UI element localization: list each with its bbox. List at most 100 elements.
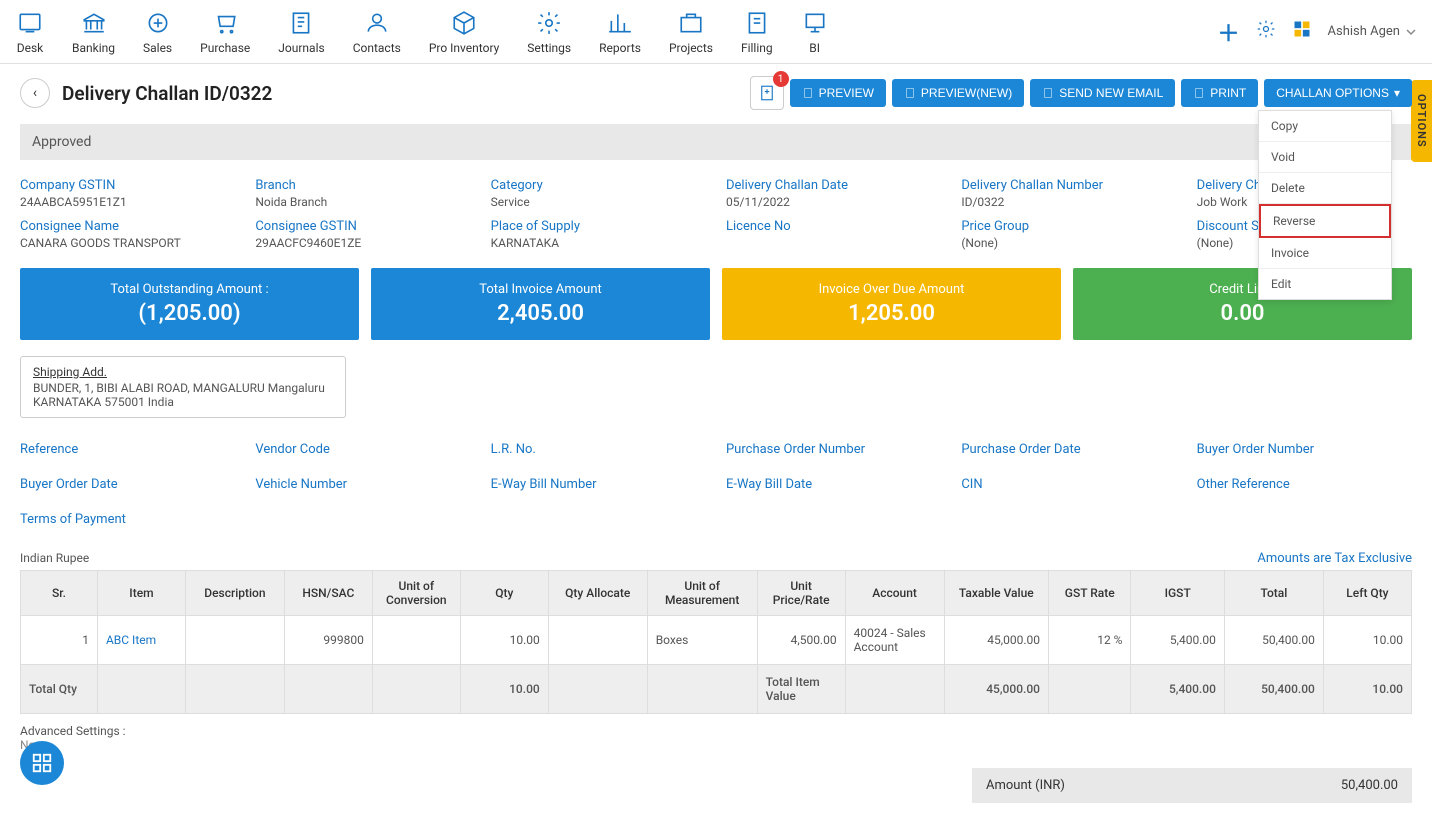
nav-journals[interactable]: Journals (278, 9, 324, 55)
meta-grid: Company GSTIN24AABCA5951E1Z1 BranchNoida… (20, 178, 1412, 250)
nav-filling[interactable]: Filling (741, 9, 773, 55)
nav-desk[interactable]: Desk (16, 9, 44, 55)
filling-icon (743, 9, 771, 37)
page-title: Delivery Challan ID/0322 (62, 82, 272, 105)
preview-new-button[interactable]: PREVIEW(NEW) (892, 79, 1024, 107)
card-invoice: Total Invoice Amount2,405.00 (371, 268, 710, 340)
nav-sales[interactable]: Sales (143, 9, 172, 55)
cell-gstrate: 12 % (1049, 616, 1131, 665)
cell-rate: 4,500.00 (757, 616, 845, 665)
shipping-line2: KARNATAKA 575001 India (33, 395, 333, 409)
shipping-address: Shipping Add. BUNDER, 1, BIBI ALABI ROAD… (20, 356, 346, 418)
table-row: 1 ABC Item 999800 10.00 Boxes 4,500.00 4… (21, 616, 1412, 665)
th-hsn: HSN/SAC (284, 571, 372, 616)
items-table: Sr. Item Description HSN/SAC Unit of Con… (20, 570, 1412, 714)
cell-taxable: 45,000.00 (944, 616, 1048, 665)
th-igst: IGST (1131, 571, 1224, 616)
status-bar: Approved (20, 124, 1412, 160)
bank-icon (80, 9, 108, 37)
field-company-gstin: Company GSTIN24AABCA5951E1Z1 (20, 178, 235, 209)
ref-eway-date: E-Way Bill Date (726, 477, 941, 492)
ref-eway-no: E-Way Bill Number (491, 477, 706, 492)
ref-buyer-order-date: Buyer Order Date (20, 477, 235, 492)
th-qty: Qty (460, 571, 548, 616)
th-rate: Unit Price/Rate (757, 571, 845, 616)
ref-po-number: Purchase Order Number (726, 442, 941, 457)
ref-vendor-code: Vendor Code (255, 442, 470, 457)
send-email-button[interactable]: SEND NEW EMAIL (1030, 79, 1175, 107)
contacts-icon (363, 9, 391, 37)
menu-invoice[interactable]: Invoice (1259, 238, 1391, 269)
nav-inventory[interactable]: Pro Inventory (429, 9, 499, 55)
th-taxable: Taxable Value (944, 571, 1048, 616)
nav-contacts[interactable]: Contacts (353, 9, 401, 55)
cell-item[interactable]: ABC Item (97, 616, 185, 665)
tax-note: Amounts are Tax Exclusive (1257, 551, 1412, 566)
th-uom: Unit of Measurement (647, 571, 757, 616)
nav-banking[interactable]: Banking (72, 9, 115, 55)
field-place-supply: Place of SupplyKARNATAKA (491, 219, 706, 250)
th-item: Item (97, 571, 185, 616)
totals-igst: 5,400.00 (1131, 665, 1224, 714)
bi-icon (801, 9, 829, 37)
reference-grid: Reference Vendor Code L.R. No. Purchase … (20, 442, 1412, 527)
th-account: Account (845, 571, 944, 616)
field-dc-date: Delivery Challan Date05/11/2022 (726, 178, 941, 209)
cell-total: 50,400.00 (1224, 616, 1323, 665)
totals-itemprice: Total Item Value (757, 665, 845, 714)
totals-taxable: 45,000.00 (944, 665, 1048, 714)
purchase-icon (211, 9, 239, 37)
cell-account: 40024 - Sales Account (845, 616, 944, 665)
field-category: CategoryService (491, 178, 706, 209)
ref-vehicle-no: Vehicle Number (255, 477, 470, 492)
currency-label: Indian Rupee (20, 551, 89, 565)
ref-buyer-order-no: Buyer Order Number (1197, 442, 1412, 457)
shipping-title: Shipping Add. (33, 365, 333, 379)
nav-reports[interactable]: Reports (599, 9, 641, 55)
attachment-button[interactable]: 1 (750, 76, 784, 110)
nav-bi[interactable]: BI (801, 9, 829, 55)
options-side-tab[interactable]: OPTIONS (1411, 80, 1432, 162)
table-total-row: Total Qty 10.00 Total Item Value 45,000.… (21, 665, 1412, 714)
amount-row: Amount (INR) 50,400.00 (20, 768, 1412, 803)
menu-void[interactable]: Void (1259, 142, 1391, 173)
ref-lr-no: L.R. No. (491, 442, 706, 457)
adv-value: None (20, 738, 1412, 752)
challan-options-button[interactable]: CHALLAN OPTIONS ▾ (1264, 79, 1412, 107)
cell-qtya (548, 616, 647, 665)
nav-right: ＋ Ashish Agen (1218, 16, 1416, 48)
cell-desc (185, 616, 284, 665)
nav-purchase[interactable]: Purchase (200, 9, 250, 55)
shipping-line1: BUNDER, 1, BIBI ALABI ROAD, MANGALURU Ma… (33, 381, 333, 395)
ref-cin: CIN (961, 477, 1176, 492)
totals-leftqty: 10.00 (1323, 665, 1411, 714)
menu-delete[interactable]: Delete (1259, 173, 1391, 204)
user-menu[interactable]: Ashish Agen (1328, 24, 1416, 39)
th-desc: Description (185, 571, 284, 616)
menu-edit[interactable]: Edit (1259, 269, 1391, 299)
menu-copy[interactable]: Copy (1259, 111, 1391, 142)
field-consignee-name: Consignee NameCANARA GOODS TRANSPORT (20, 219, 235, 250)
projects-icon (677, 9, 705, 37)
nav-settings[interactable]: Settings (527, 9, 571, 55)
nav-projects[interactable]: Projects (669, 9, 713, 55)
header-actions: 1 PREVIEW PREVIEW(NEW) SEND NEW EMAIL PR… (750, 76, 1412, 110)
reports-icon (606, 9, 634, 37)
print-button[interactable]: PRINT (1181, 79, 1258, 107)
summary-cards: Total Outstanding Amount :(1,205.00) Tot… (20, 268, 1412, 340)
totals-total: 50,400.00 (1224, 665, 1323, 714)
th-total: Total (1224, 571, 1323, 616)
cell-leftqty: 10.00 (1323, 616, 1411, 665)
settings-icon (535, 9, 563, 37)
fab-apps[interactable] (20, 741, 64, 785)
totals-qty: 10.00 (460, 665, 548, 714)
gear-icon[interactable] (1256, 19, 1276, 44)
challan-options-menu: Copy Void Delete Reverse Invoice Edit (1258, 110, 1392, 300)
preview-button[interactable]: PREVIEW (790, 79, 886, 107)
back-button[interactable]: ‹ (20, 78, 50, 108)
apps-icon[interactable] (1292, 19, 1312, 44)
ref-terms: Terms of Payment (20, 512, 235, 527)
card-overdue: Invoice Over Due Amount1,205.00 (722, 268, 1061, 340)
plus-icon[interactable]: ＋ (1218, 16, 1240, 48)
menu-reverse[interactable]: Reverse (1259, 204, 1391, 238)
